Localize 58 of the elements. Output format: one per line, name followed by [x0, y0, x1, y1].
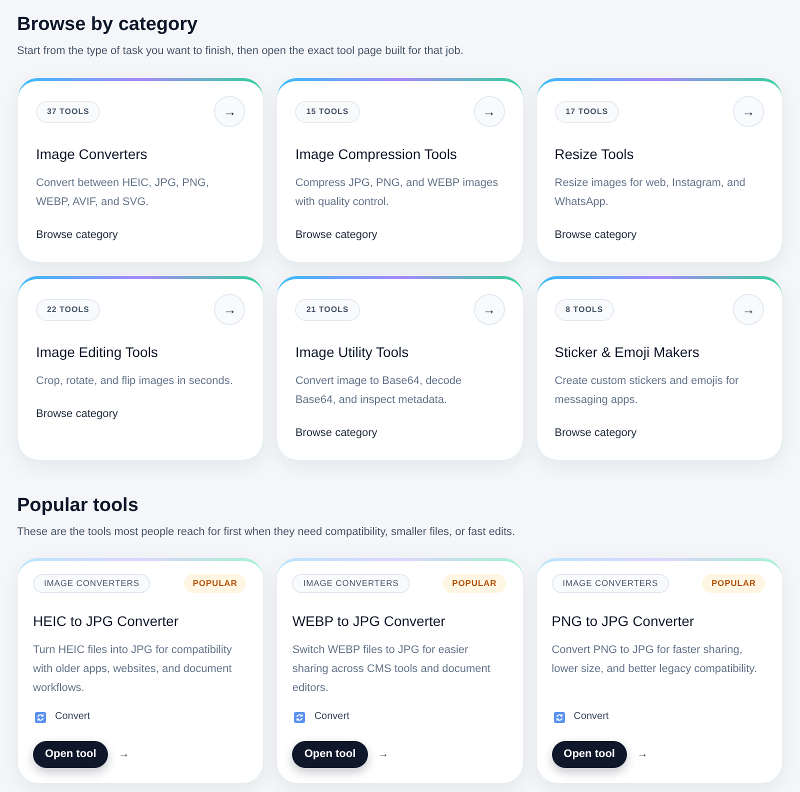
- tool-count-badge: 8 TOOLS: [554, 298, 614, 320]
- card-title: Image Converters: [36, 145, 148, 164]
- popular-badge: POPULAR: [702, 574, 765, 593]
- tool-description: Turn HEIC files into JPG for compatibility with older apps, websites, and document workflows.: [33, 643, 233, 696]
- card-title: Image Utility Tools: [295, 343, 410, 362]
- arrow-indicator: →: [118, 747, 130, 762]
- tool-title: PNG to JPG Converter: [552, 612, 696, 631]
- section-subtitle: These are the tools most people reach for first when they need compatibility, smaller files, or fast edits.: [17, 525, 516, 540]
- card-description: Resize images for web, Instagram, and WhatsApp.: [554, 176, 746, 210]
- browse-category-link[interactable]: Browse category: [36, 406, 118, 422]
- tool-count-badge: 22 TOOLS: [36, 298, 100, 320]
- card-title: Sticker & Emoji Makers: [554, 343, 700, 362]
- browse-category-link[interactable]: Browse category: [554, 425, 637, 441]
- tool-count-badge: 21 TOOLS: [295, 298, 360, 320]
- tool-count-badge: 17 TOOLS: [554, 100, 620, 122]
- browse-category-link[interactable]: Browse category: [554, 227, 637, 243]
- tool-title: HEIC to JPG Converter: [33, 612, 180, 631]
- open-tool-button[interactable]: Open tool: [33, 741, 108, 768]
- card-title: Image Compression Tools: [295, 145, 458, 164]
- arrow-button[interactable]: →: [732, 294, 764, 325]
- convert-label: Convert: [55, 710, 90, 724]
- card-description: Convert image to Base64, decode Base64, and inspect metadata.: [295, 374, 463, 408]
- tool-description: Switch WEBP files to JPG for easier sharing across CMS tools and document editors.: [292, 643, 492, 696]
- popular-badge: POPULAR: [184, 574, 246, 593]
- section-heading: Browse by category: [17, 13, 199, 37]
- section-heading: Popular tools: [17, 494, 140, 518]
- card-title: Image Editing Tools: [36, 343, 159, 362]
- arrow-button[interactable]: →: [474, 96, 505, 127]
- arrow-button[interactable]: →: [474, 294, 505, 325]
- category-tag: IMAGE CONVERTERS: [33, 574, 150, 593]
- open-tool-button[interactable]: Open tool: [292, 741, 368, 768]
- tool-title: WEBP to JPG Converter: [292, 612, 446, 631]
- category-tag: IMAGE CONVERTERS: [292, 574, 410, 593]
- tool-description: Convert PNG to JPG for faster sharing, lower size, and better legacy compatibility.: [552, 643, 758, 677]
- convert-label: Convert: [314, 710, 350, 724]
- browse-category-link[interactable]: Browse category: [295, 425, 378, 441]
- popular-badge: POPULAR: [443, 574, 506, 593]
- arrow-button[interactable]: →: [214, 294, 246, 325]
- card-title: Resize Tools: [554, 145, 635, 164]
- card-description: Compress JPG, PNG, and WEBP images with quality control.: [295, 176, 500, 210]
- convert-label: Convert: [574, 710, 609, 724]
- arrow-button[interactable]: →: [732, 96, 764, 127]
- circular-arrows-icon: [35, 712, 46, 722]
- card-description: Convert between HEIC, JPG, PNG, WEBP, AVIF, and SVG.: [36, 176, 210, 210]
- browse-category-link[interactable]: Browse category: [36, 227, 118, 243]
- card-description: Crop, rotate, and flip images in seconds.: [36, 374, 234, 389]
- section-subtitle: Start from the type of task you want to finish, then open the exact tool page built for that job.: [17, 44, 464, 59]
- open-tool-button[interactable]: Open tool: [552, 741, 627, 768]
- card-description: Create custom stickers and emojis for messaging apps.: [554, 374, 740, 408]
- arrow-indicator: →: [636, 747, 648, 762]
- circular-arrows-icon: [554, 712, 565, 722]
- browse-category-link[interactable]: Browse category: [295, 227, 378, 243]
- arrow-indicator: →: [378, 747, 389, 762]
- arrow-button[interactable]: →: [214, 96, 246, 127]
- category-tag: IMAGE CONVERTERS: [552, 574, 670, 593]
- tool-count-badge: 15 TOOLS: [295, 100, 360, 122]
- circular-arrows-icon: [294, 712, 306, 722]
- tool-count-badge: 37 TOOLS: [36, 100, 100, 122]
